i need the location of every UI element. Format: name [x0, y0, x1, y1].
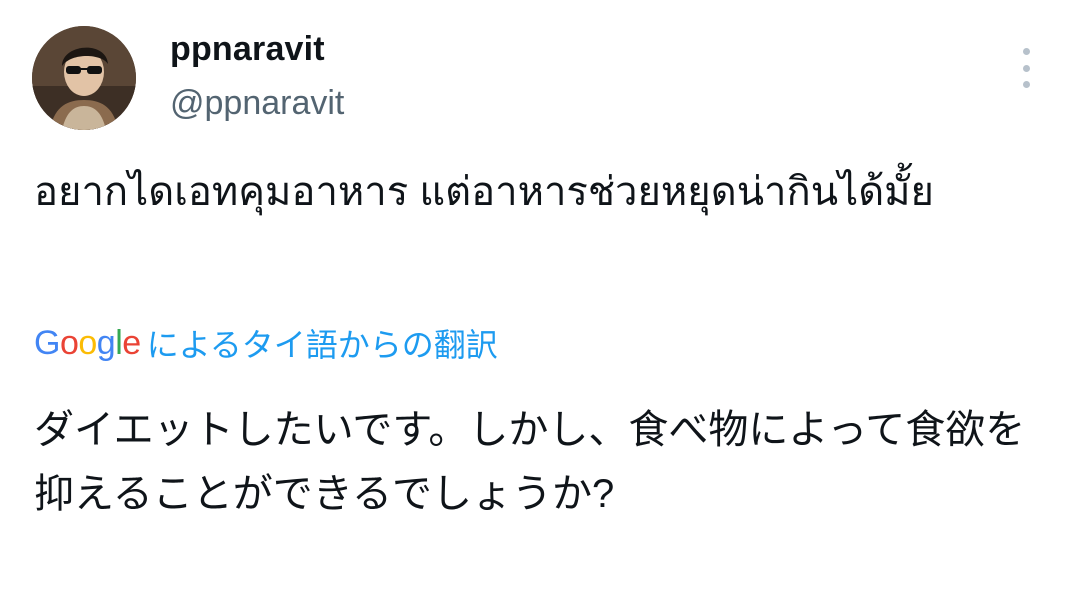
tweet-text: อยากไดเอทคุมอาหาร แต่อาหารช่วยหยุดน่ากิน… [34, 170, 934, 214]
avatar-image [32, 26, 136, 130]
more-vertical-icon-dot [1022, 81, 1030, 88]
tweet: ppnaravit @ppnaravit อยากไดเอทคุมอาหาร แ… [0, 0, 1080, 599]
translated-text: ダイエットしたいです。しかし、食べ物によって食欲を抑えることができるでしょうか? [34, 408, 1026, 516]
google-logo: Google [34, 323, 141, 362]
user-handle[interactable]: @ppnaravit [170, 84, 344, 123]
translation-attribution[interactable]: Google によるタイ語からの翻訳 [34, 320, 498, 366]
more-vertical-icon-dot [1022, 64, 1030, 72]
more-options-button[interactable] [1008, 48, 1044, 88]
more-vertical-icon [1022, 48, 1030, 55]
avatar[interactable] [32, 26, 136, 130]
display-name[interactable]: ppnaravit [170, 30, 325, 69]
translation-label[interactable]: によるタイ語からの翻訳 [147, 320, 498, 366]
